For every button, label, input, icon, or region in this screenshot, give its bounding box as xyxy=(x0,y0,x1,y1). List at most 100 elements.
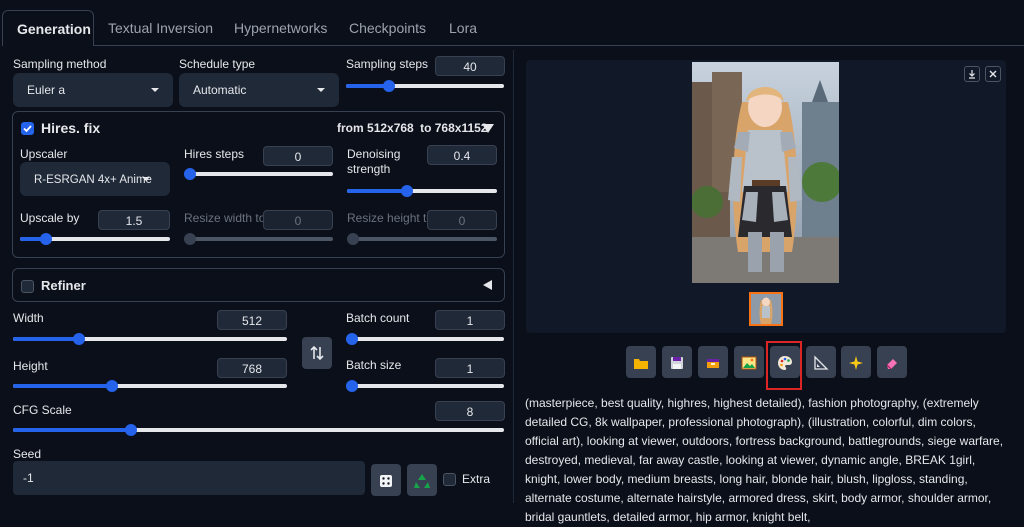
reuse-seed-button[interactable] xyxy=(407,464,437,496)
save-icon xyxy=(671,357,683,370)
hires-fix-summary: from 512x768 to 768x1152 xyxy=(337,121,487,135)
highlight-box xyxy=(766,341,802,390)
width-input[interactable]: 512 xyxy=(217,310,287,330)
tab-lora[interactable]: Lora xyxy=(449,10,477,46)
tab-checkpoints[interactable]: Checkpoints xyxy=(349,10,426,46)
refiner-panel[interactable] xyxy=(12,268,505,302)
hires-summary-to: 768x1152 xyxy=(434,121,488,135)
random-seed-button[interactable] xyxy=(371,464,401,496)
upscale-by-slider[interactable] xyxy=(20,233,170,245)
schedule-type-value: Automatic xyxy=(193,83,247,97)
slider-handle[interactable] xyxy=(105,380,118,392)
seed-input[interactable]: -1 xyxy=(13,461,365,495)
cfg-scale-label: CFG Scale xyxy=(13,403,72,417)
sampling-method-dropdown[interactable]: Euler a xyxy=(13,73,173,107)
slider-handle[interactable] xyxy=(124,424,137,436)
save-button[interactable] xyxy=(662,346,692,378)
upscaler-value: R-ESRGAN 4x+ Anime xyxy=(34,174,152,186)
swap-vertical-icon xyxy=(310,345,324,361)
tab-textual-inversion[interactable]: Textual Inversion xyxy=(108,10,213,46)
slider-handle[interactable] xyxy=(382,80,395,92)
slider-fill xyxy=(13,428,131,432)
denoising-label-line2: strength xyxy=(347,162,391,176)
sampling-method-label: Sampling method xyxy=(13,57,107,71)
denoising-label-line1: Denoising xyxy=(347,147,401,161)
slider-fill xyxy=(13,384,112,388)
upscale-by-label: Upscale by xyxy=(20,211,80,225)
height-slider[interactable] xyxy=(13,380,287,392)
slider-handle[interactable] xyxy=(184,168,196,180)
cfg-scale-slider[interactable] xyxy=(13,424,504,436)
hires-steps-slider[interactable] xyxy=(184,168,333,180)
schedule-type-dropdown[interactable]: Automatic xyxy=(179,73,339,107)
batch-count-label: Batch count xyxy=(346,311,410,325)
extra-seed-checkbox[interactable] xyxy=(443,473,456,486)
resize-width-slider[interactable] xyxy=(184,233,333,245)
schedule-type-label: Schedule type xyxy=(179,57,256,71)
thumbnail-image xyxy=(751,294,781,324)
slider-handle[interactable] xyxy=(346,333,358,345)
generation-prompt-text: (masterpiece, best quality, highres, hig… xyxy=(525,396,1004,524)
generated-image[interactable] xyxy=(692,62,839,283)
upscaler-dropdown[interactable]: R-ESRGAN 4x+ Anime xyxy=(20,162,170,196)
denoising-strength-label: Denoising strength xyxy=(347,147,400,177)
folder-icon xyxy=(634,359,648,370)
batch-size-slider[interactable] xyxy=(346,380,504,392)
batch-size-label: Batch size xyxy=(346,358,402,372)
slider-handle[interactable] xyxy=(39,233,52,245)
slider-fill xyxy=(347,189,407,193)
sampling-steps-label: Sampling steps xyxy=(346,57,429,71)
close-icon xyxy=(989,70,997,78)
sampling-method-value: Euler a xyxy=(27,83,66,97)
sampling-steps-input[interactable]: 40 xyxy=(435,56,505,76)
tab-generation[interactable]: Generation xyxy=(2,10,94,46)
swap-dimensions-button[interactable] xyxy=(302,337,332,369)
upscaler-label: Upscaler xyxy=(20,147,68,161)
column-divider xyxy=(513,50,514,503)
zip-icon xyxy=(707,359,719,369)
width-slider[interactable] xyxy=(13,333,287,345)
seed-label: Seed xyxy=(13,447,42,461)
slider-handle[interactable] xyxy=(401,185,413,197)
slider-handle[interactable] xyxy=(72,333,85,345)
hires-fix-checkbox[interactable] xyxy=(21,122,34,135)
refiner-title: Refiner xyxy=(41,278,86,293)
send-to-img2img-button[interactable] xyxy=(734,346,764,378)
resize-height-slider[interactable] xyxy=(347,233,497,245)
slider-handle[interactable] xyxy=(347,233,359,245)
chevron-down-icon xyxy=(317,88,325,92)
tab-hypernetworks[interactable]: Hypernetworks xyxy=(234,10,327,46)
resize-height-label: Resize height to xyxy=(347,211,434,225)
resize-width-input[interactable]: 0 xyxy=(263,210,333,230)
denoising-strength-slider[interactable] xyxy=(347,185,497,197)
eraser-icon xyxy=(886,359,897,370)
sparkle-button[interactable] xyxy=(841,346,871,378)
send-to-extras-button[interactable] xyxy=(806,346,836,378)
expand-triangle-icon[interactable] xyxy=(483,280,492,290)
hires-summary-prefix: from xyxy=(337,121,364,135)
hires-summary-to-word: to xyxy=(420,121,432,135)
refiner-checkbox[interactable] xyxy=(21,280,34,293)
eraser-button[interactable] xyxy=(877,346,907,378)
denoising-strength-input[interactable]: 0.4 xyxy=(427,145,497,165)
resize-height-input[interactable]: 0 xyxy=(427,210,497,230)
close-gallery-button[interactable] xyxy=(985,66,1001,82)
collapse-triangle-icon[interactable] xyxy=(482,124,494,133)
batch-count-input[interactable]: 1 xyxy=(435,310,505,330)
open-folder-button[interactable] xyxy=(626,346,656,378)
slider-handle[interactable] xyxy=(346,380,358,392)
batch-size-input[interactable]: 1 xyxy=(435,358,505,378)
cfg-scale-input[interactable]: 8 xyxy=(435,401,505,421)
download-button[interactable] xyxy=(964,66,980,82)
batch-count-slider[interactable] xyxy=(346,333,504,345)
gallery-thumbnail[interactable] xyxy=(749,292,783,326)
ruler-icon xyxy=(814,355,829,370)
zip-button[interactable] xyxy=(698,346,728,378)
height-input[interactable]: 768 xyxy=(217,358,287,378)
sampling-steps-slider[interactable] xyxy=(346,80,504,92)
hires-steps-input[interactable]: 0 xyxy=(263,146,333,166)
sparkle-icon xyxy=(849,356,863,371)
upscale-by-input[interactable]: 1.5 xyxy=(98,210,170,230)
image-icon xyxy=(741,356,757,370)
slider-handle[interactable] xyxy=(184,233,196,245)
